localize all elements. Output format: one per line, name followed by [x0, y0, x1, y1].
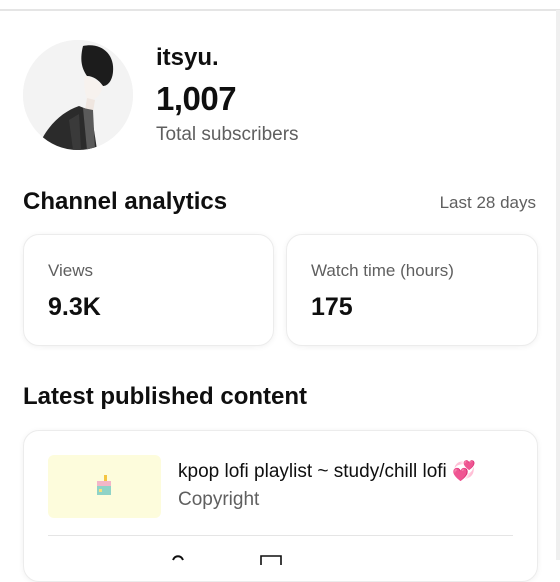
video-thumbnail[interactable]	[48, 455, 161, 518]
channel-name: itsyu.	[156, 44, 219, 71]
views-label: Views	[48, 261, 94, 280]
period-label: Last 28 days	[439, 193, 536, 212]
subscriber-count: 1,007	[156, 80, 237, 117]
latest-video-card[interactable]: kpop lofi playlist ~ study/chill lofi 💞 …	[23, 430, 538, 582]
scrollbar-track	[556, 10, 560, 560]
avatar-image	[23, 40, 133, 150]
video-title[interactable]: kpop lofi playlist ~ study/chill lofi 💞	[178, 459, 476, 483]
card-divider	[48, 535, 513, 536]
analytics-title: Channel analytics	[23, 188, 228, 215]
avatar[interactable]	[23, 40, 133, 150]
views-value: 9.3K	[48, 293, 101, 321]
latest-content-title: Latest published content	[23, 383, 308, 410]
watch-time-value: 175	[311, 293, 353, 321]
views-card[interactable]: Views 9.3K	[23, 234, 274, 346]
top-divider	[0, 9, 560, 11]
subscriber-label: Total subscribers	[156, 124, 299, 145]
video-title-text: kpop lofi playlist ~ study/chill lofi	[178, 461, 447, 482]
comment-icon	[260, 555, 282, 565]
watch-time-card[interactable]: Watch time (hours) 175	[286, 234, 538, 346]
video-status: Copyright	[178, 489, 260, 510]
cake-icon	[97, 475, 111, 495]
watch-time-label: Watch time (hours)	[311, 261, 454, 280]
heart-emoji-icon: 💞	[452, 461, 476, 482]
